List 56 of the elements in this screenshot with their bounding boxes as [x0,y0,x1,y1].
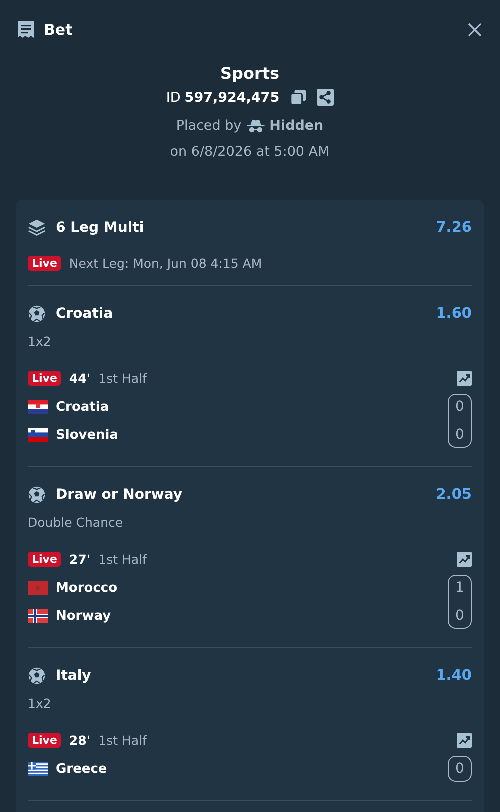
team-name: Greece [56,762,108,776]
copy-icon[interactable] [290,89,307,106]
ticket-icon [16,20,36,40]
live-badge: Live [28,733,62,748]
match-period: 1st Half [98,733,147,748]
flag-icon [28,762,48,776]
market-name: Double Chance [28,515,124,530]
live-badge: Live [28,256,62,271]
bet-category: Sports [220,64,280,83]
market-name: 1x2 [28,334,52,349]
selection-name: Italy [56,668,92,684]
team-name: Slovenia [56,428,119,442]
soccer-ball-icon [28,486,46,504]
selection-name: Draw or Norway [56,487,184,503]
live-badge: Live [28,371,62,386]
match-period: 1st Half [98,371,147,386]
placed-date: on 6/8/2026 at 5:00 AM [170,144,330,160]
total-odds: 7.26 [436,220,472,236]
soccer-ball-icon [28,667,46,685]
trend-chart-icon[interactable] [457,371,472,386]
leg-odds: 1.60 [436,306,472,322]
team-name: Norway [56,608,112,624]
id-label: ID [166,90,181,106]
trend-chart-icon[interactable] [457,733,472,748]
team-score: 0 [456,398,464,417]
modal-title: Bet [44,21,74,39]
leg-odds: 1.40 [436,668,472,684]
next-leg-time: Next Leg: Mon, Jun 08 4:15 AM [69,256,262,271]
team-score: 1 [456,579,464,598]
match-period: 1st Half [98,552,147,567]
bet-id: 597,924,475 [184,90,280,106]
trend-chart-icon[interactable] [457,552,472,567]
close-button[interactable] [466,21,484,39]
placed-by-label: Placed by [176,118,242,134]
team-name: Croatia [56,400,110,414]
share-icon[interactable] [316,89,334,106]
flag-icon [28,428,48,442]
layers-icon [28,219,46,237]
selection-name: Croatia [56,306,114,322]
match-minute: 28' [69,733,91,748]
match-minute: 27' [69,552,91,567]
flag-icon [28,581,48,595]
team-name: Morocco [56,580,118,596]
leg-odds: 2.05 [436,487,472,503]
match-minute: 44' [69,371,91,386]
team-score: 0 [456,607,464,626]
team-score: 0 [456,760,464,779]
team-score: 0 [456,426,464,445]
flag-icon [28,400,48,414]
market-name: 1x2 [28,696,52,711]
user-name[interactable]: Hidden [270,118,324,134]
multi-title: 6 Leg Multi [56,220,146,236]
incognito-icon [246,119,265,133]
flag-icon [28,609,48,623]
live-badge: Live [28,552,62,567]
soccer-ball-icon [28,305,46,323]
